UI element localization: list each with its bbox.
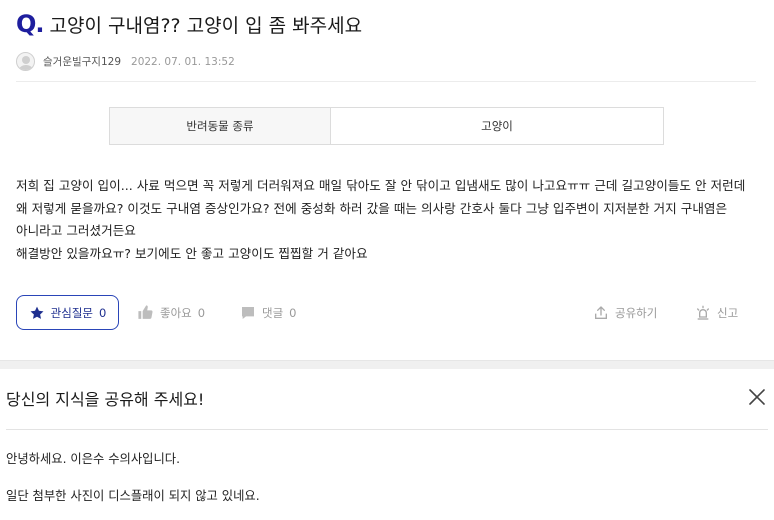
- question-title-text: 고양이 구내염?? 고양이 입 좀 봐주세요: [49, 15, 363, 37]
- category-table: 반려동물 종류 고양이: [109, 107, 664, 145]
- thumbs-up-icon: [137, 304, 154, 321]
- interest-label: 관심질문: [50, 305, 93, 320]
- category-key: 반려동물 종류: [110, 108, 331, 144]
- action-row: 관심질문 0 좋아요 0 댓글 0 공유하기 신고: [16, 295, 758, 331]
- answer-heading: 당신의 지식을 공유해 주세요!: [6, 390, 205, 409]
- question-body-paragraph: 해결방안 있을까요ㅠ? 보기에도 안 좋고 고양이도 찝찝할 거 같아요: [16, 245, 368, 261]
- question-body: 저희 집 고양이 입이... 사료 먹으면 꼭 저렇게 더러워져요 매일 닦아도…: [16, 175, 756, 265]
- star-icon: [29, 305, 45, 321]
- question-mark: Q.: [16, 10, 45, 38]
- divider: [6, 429, 768, 430]
- divider: [16, 81, 756, 82]
- interest-button[interactable]: 관심질문 0: [16, 295, 119, 330]
- siren-icon: [695, 305, 711, 321]
- close-icon: [748, 388, 766, 406]
- like-count: 0: [197, 305, 206, 320]
- author-name[interactable]: 슬거운빌구지129: [43, 54, 121, 69]
- post-date: 2022. 07. 01. 13:52: [131, 55, 235, 68]
- answer-panel: 당신의 지식을 공유해 주세요! 안녕하세요. 이은수 수의사입니다. 일단 첨…: [0, 369, 774, 520]
- share-button[interactable]: 공유하기: [593, 295, 657, 330]
- report-button[interactable]: 신고: [695, 295, 738, 330]
- question-title: Q. 고양이 구내염?? 고양이 입 좀 봐주세요: [16, 10, 362, 38]
- comment-button[interactable]: 댓글 0: [240, 295, 297, 330]
- close-button[interactable]: [748, 388, 766, 406]
- comment-label: 댓글: [262, 305, 284, 320]
- comment-count: 0: [289, 305, 297, 320]
- category-value: 고양이: [481, 119, 513, 133]
- question-card: Q. 고양이 구내염?? 고양이 입 좀 봐주세요 슬거운빌구지129 2022…: [0, 0, 774, 360]
- like-label: 좋아요: [160, 305, 192, 320]
- share-label: 공유하기: [615, 305, 658, 320]
- section-separator: [0, 360, 774, 369]
- answer-text-line[interactable]: 일단 첨부한 사진이 디스플래이 되지 않고 있네요.: [6, 486, 260, 504]
- speech-bubble-icon: [240, 305, 256, 321]
- interest-count: 0: [99, 305, 107, 320]
- question-meta: 슬거운빌구지129 2022. 07. 01. 13:52: [16, 52, 235, 71]
- avatar[interactable]: [16, 52, 35, 71]
- share-icon: [593, 305, 609, 321]
- report-label: 신고: [717, 305, 739, 320]
- like-button[interactable]: 좋아요 0: [137, 295, 205, 330]
- answer-text-line[interactable]: 안녕하세요. 이은수 수의사입니다.: [6, 449, 180, 467]
- question-body-paragraph: 저희 집 고양이 입이... 사료 먹으면 꼭 저렇게 더러워져요 매일 닦아도…: [16, 178, 746, 238]
